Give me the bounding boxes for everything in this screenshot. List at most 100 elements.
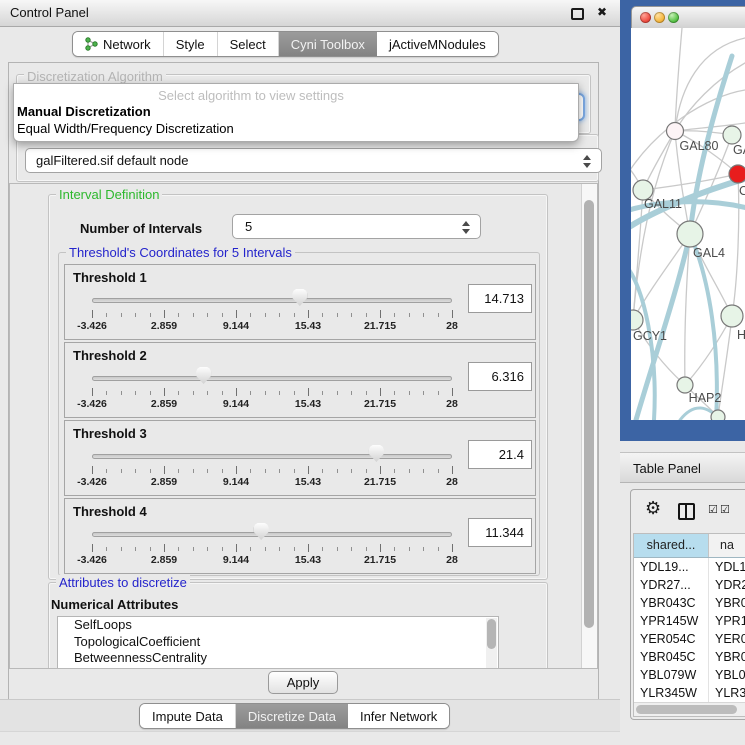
table-row[interactable]: YBR043CYBR0 — [634, 594, 745, 612]
network-node-gcy1[interactable] — [631, 310, 643, 330]
table-row[interactable]: YBR045CYBR0 — [634, 648, 745, 666]
float-window-icon[interactable] — [571, 8, 584, 20]
network-node-label: GAL80 — [680, 139, 719, 153]
slider-track[interactable] — [92, 532, 452, 537]
attribute-item-topologicalcoefficient[interactable]: TopologicalCoefficient — [58, 634, 498, 651]
column-header-na[interactable]: na — [709, 534, 745, 557]
tick-mark — [222, 391, 223, 395]
numerical-attributes-list[interactable]: SelfLoopsTopologicalCoefficientBetweenne… — [57, 616, 499, 669]
top-tab-bar: NetworkStyleSelect Cyni Toolbox jActiveMNo… — [72, 31, 499, 57]
table-cell: YDR27... — [634, 576, 709, 594]
slider-thumb[interactable] — [292, 289, 307, 306]
slider-track[interactable] — [92, 298, 452, 303]
tick-mark — [150, 313, 151, 317]
tick-mark — [193, 391, 194, 395]
table-row[interactable]: YPR145WYPR1 — [634, 612, 745, 630]
threshold-value-field-2[interactable]: 6.316 — [468, 362, 532, 391]
table-cell: YER0 — [709, 630, 745, 648]
scale-tick-label: 28 — [446, 398, 458, 410]
column-header-shared[interactable]: shared... — [634, 534, 709, 557]
tick-mark — [351, 547, 352, 551]
number-of-intervals-value: 5 — [245, 219, 252, 234]
slider-thumb[interactable] — [254, 523, 269, 540]
network-node-gal80[interactable] — [667, 123, 684, 140]
tab-impute-data[interactable]: Impute Data — [140, 704, 236, 728]
network-canvas[interactable]: GAL80GACGAL11GAL4GCY1HHAP2 — [631, 28, 745, 420]
tab-style[interactable]: Style — [164, 32, 218, 56]
threshold-value-field-4[interactable]: 11.344 — [468, 518, 532, 547]
scale-tick-label: -3.426 — [77, 554, 107, 566]
zoom-traffic-light-icon[interactable] — [668, 12, 679, 23]
list-scrollbar[interactable] — [486, 618, 497, 668]
checkbox-icon[interactable]: ☑ — [720, 503, 730, 516]
network-edge — [675, 38, 745, 131]
algorithm-option-equal-width-frequency-discretization[interactable]: Equal Width/Frequency Discretization — [17, 121, 234, 136]
table-scrollbar-thumb[interactable] — [636, 705, 737, 714]
tab-select[interactable]: Select — [218, 32, 279, 56]
table-panel-window: ⚙ ☑ ☑ shared...na YDL19...YDL1YDR27...YD… — [630, 489, 745, 720]
slider-track[interactable] — [92, 454, 452, 459]
tab-jactivemnodules[interactable]: jActiveMNodules — [377, 32, 498, 56]
split-columns-icon[interactable] — [678, 503, 695, 520]
scale-tick-label: 28 — [446, 476, 458, 488]
network-node-h[interactable] — [721, 305, 743, 327]
scale-tick-label: 15.43 — [295, 476, 321, 488]
tick-mark — [222, 469, 223, 473]
close-traffic-light-icon[interactable] — [640, 12, 651, 23]
network-graph: GAL80GACGAL11GAL4GCY1HHAP2 — [631, 28, 745, 420]
slider-thumb[interactable] — [369, 445, 384, 462]
slider-track[interactable] — [92, 376, 452, 381]
table-row[interactable]: YDR27...YDR2 — [634, 576, 745, 594]
settings-scrollbar-thumb[interactable] — [584, 200, 594, 628]
table-row[interactable]: YER054CYER0 — [634, 630, 745, 648]
table-row[interactable]: YDL19...YDL1 — [634, 558, 745, 576]
tab-discretize-data[interactable]: Discretize Data — [236, 704, 348, 728]
tick-mark — [106, 313, 107, 317]
attribute-item-betweennesscentrality[interactable]: BetweennessCentrality — [58, 650, 498, 667]
tick-mark — [279, 547, 280, 551]
network-node-label: GA — [733, 143, 745, 157]
network-node-ga[interactable] — [723, 126, 741, 144]
tab-cyni-toolbox[interactable]: Cyni Toolbox — [279, 32, 377, 56]
tick-mark — [92, 544, 93, 552]
threshold-value-field-3[interactable]: 21.4 — [468, 440, 532, 469]
tab-network[interactable]: Network — [73, 32, 164, 56]
tick-mark — [279, 313, 280, 317]
tick-mark — [409, 391, 410, 395]
network-window-titlebar — [631, 6, 745, 30]
network-node-item[interactable] — [711, 410, 725, 420]
slider-thumb[interactable] — [196, 367, 211, 384]
algorithm-option-manual-discretization[interactable]: Manual Discretization — [17, 104, 151, 119]
table-cell: YPR1 — [709, 612, 745, 630]
network-node-gal4[interactable] — [677, 221, 703, 247]
attribute-item-selfloops[interactable]: SelfLoops — [58, 617, 498, 634]
settings-scrollbar[interactable] — [581, 184, 597, 668]
tick-mark — [236, 544, 237, 552]
table-row[interactable]: YLR345WYLR3 — [634, 684, 745, 702]
threshold-label: Threshold 1 — [73, 270, 147, 285]
spinner-stepper-icon — [462, 221, 471, 234]
scale-tick-label: -3.426 — [77, 398, 107, 410]
threshold-panel-2: Threshold 2-3.4262.8599.14415.4321.71528… — [64, 342, 536, 418]
checkbox-icon[interactable]: ☑ — [708, 503, 718, 516]
table-cell: YBR0 — [709, 594, 745, 612]
table-row[interactable]: YBL079WYBL0 — [634, 666, 745, 684]
tick-mark — [178, 547, 179, 551]
tab-label: Cyni Toolbox — [291, 37, 365, 52]
close-icon[interactable]: ✖ — [597, 5, 607, 19]
minimize-traffic-light-icon[interactable] — [654, 12, 665, 23]
threshold-value-field-1[interactable]: 14.713 — [468, 284, 532, 313]
list-scrollbar-thumb[interactable] — [487, 619, 496, 649]
apply-button[interactable]: Apply — [268, 671, 338, 694]
tab-infer-network[interactable]: Infer Network — [348, 704, 449, 728]
gear-icon[interactable]: ⚙ — [645, 500, 661, 518]
number-of-intervals-spinner[interactable]: 5 — [232, 214, 481, 239]
table-data-combobox[interactable]: galFiltered.sif default node — [25, 148, 602, 173]
network-edge — [675, 63, 745, 131]
table-horizontal-scrollbar[interactable] — [634, 702, 745, 716]
network-node-c[interactable] — [729, 165, 745, 183]
tick-mark — [106, 391, 107, 395]
scale-tick-label: 21.715 — [364, 554, 396, 566]
tick-mark — [438, 391, 439, 395]
tick-mark — [207, 313, 208, 317]
